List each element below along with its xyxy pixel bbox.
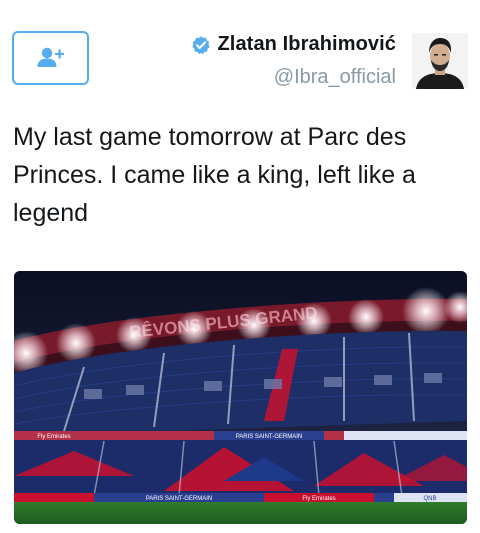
ad-board-text: Fly Emirates — [37, 434, 70, 440]
ad-board-text: PARIS SAINT-GERMAIN — [236, 434, 303, 440]
avatar[interactable] — [412, 33, 468, 89]
follow-button[interactable] — [12, 31, 89, 85]
tweet-text: My last game tomorrow at Parc des Prince… — [13, 123, 416, 227]
verified-badge-icon — [192, 35, 211, 54]
add-user-icon — [37, 47, 64, 67]
user-handle[interactable]: @Ibra_official — [191, 66, 396, 89]
ad-board-text: Fly Emirates — [302, 496, 335, 502]
tweet-author: Zlatan Ibrahimović @Ibra_official — [191, 33, 396, 89]
display-name[interactable]: Zlatan Ibrahimović — [217, 33, 396, 56]
ad-board-text: QNB — [423, 496, 436, 502]
tweet-media-photo[interactable]: RÊVONS PLUS GRAND PARIS SAINT-GERMAIN Fl… — [14, 271, 467, 524]
ad-board-text: PARIS SAINT-GERMAIN — [146, 496, 213, 502]
